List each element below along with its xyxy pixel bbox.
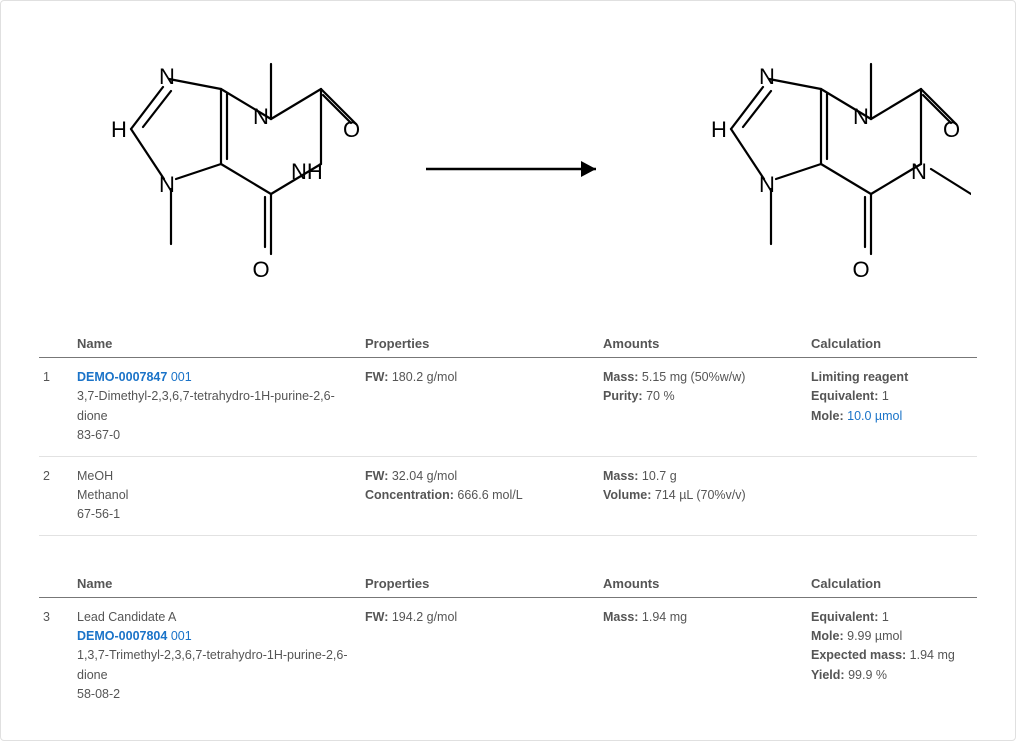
product-structure: N N N N O O H bbox=[671, 29, 971, 312]
compound-id-suffix[interactable]: 001 bbox=[171, 370, 192, 384]
mass-value: 1.94 mg bbox=[642, 610, 687, 624]
reactant-structure: N N N NH O O H bbox=[61, 29, 361, 312]
svg-text:O: O bbox=[252, 257, 269, 282]
col-name: Name bbox=[73, 568, 361, 598]
svg-text:N: N bbox=[759, 172, 775, 197]
mole-value: 9.99 µmol bbox=[847, 629, 902, 643]
row-index: 2 bbox=[39, 456, 73, 535]
mass-value: 10.7 g bbox=[642, 469, 677, 483]
svg-text:N: N bbox=[853, 104, 869, 129]
col-amounts: Amounts bbox=[599, 568, 807, 598]
table-row: 1 DEMO-0007847 001 3,7-Dimethyl-2,3,6,7-… bbox=[39, 358, 977, 457]
reaction-scheme: N N N NH O O H bbox=[11, 11, 1005, 322]
reactants-table: Name Properties Amounts Calculation 1 DE… bbox=[39, 328, 977, 536]
equivalent-value: 1 bbox=[882, 610, 889, 624]
svg-text:N: N bbox=[159, 64, 175, 89]
fw-value: 180.2 g/mol bbox=[392, 370, 457, 384]
svg-text:N: N bbox=[159, 172, 175, 197]
svg-text:N: N bbox=[759, 64, 775, 89]
compound-name: Methanol bbox=[77, 488, 128, 502]
iupac-name: 3,7-Dimethyl-2,3,6,7-tetrahydro-1H-purin… bbox=[77, 389, 335, 422]
cas-number: 83-67-0 bbox=[77, 428, 120, 442]
fw-value: 32.04 g/mol bbox=[392, 469, 457, 483]
compound-id-link[interactable]: DEMO-0007804 bbox=[77, 629, 167, 643]
table-row: 2 MeOH Methanol 67-56-1 FW: 32.04 g/mol … bbox=[39, 456, 977, 535]
mass-value: 5.15 mg (50%w/w) bbox=[642, 370, 746, 384]
col-calculation: Calculation bbox=[807, 568, 977, 598]
compound-abbr: MeOH bbox=[77, 469, 113, 483]
products-table: Name Properties Amounts Calculation 3 Le… bbox=[39, 568, 977, 715]
svg-text:N: N bbox=[253, 104, 269, 129]
row-index: 1 bbox=[39, 358, 73, 457]
svg-text:O: O bbox=[943, 117, 960, 142]
purity-value: 70 % bbox=[646, 389, 675, 403]
col-calculation: Calculation bbox=[807, 328, 977, 358]
lead-name: Lead Candidate A bbox=[77, 610, 176, 624]
yield-value: 99.9 % bbox=[848, 668, 887, 682]
svg-text:H: H bbox=[111, 117, 127, 142]
svg-text:N: N bbox=[911, 159, 927, 184]
fw-value: 194.2 g/mol bbox=[392, 610, 457, 624]
svg-text:H: H bbox=[711, 117, 727, 142]
reaction-arrow-icon bbox=[421, 149, 611, 192]
svg-text:NH: NH bbox=[291, 159, 323, 184]
compound-id-link[interactable]: DEMO-0007847 bbox=[77, 370, 167, 384]
col-properties: Properties bbox=[361, 568, 599, 598]
table-row: 3 Lead Candidate A DEMO-0007804 001 1,3,… bbox=[39, 597, 977, 714]
svg-text:O: O bbox=[343, 117, 360, 142]
col-amounts: Amounts bbox=[599, 328, 807, 358]
equivalent-value: 1 bbox=[882, 389, 889, 403]
iupac-name: 1,3,7-Trimethyl-2,3,6,7-tetrahydro-1H-pu… bbox=[77, 648, 347, 681]
svg-text:O: O bbox=[852, 257, 869, 282]
col-name: Name bbox=[73, 328, 361, 358]
cas-number: 67-56-1 bbox=[77, 507, 120, 521]
col-properties: Properties bbox=[361, 328, 599, 358]
concentration-value: 666.6 mol/L bbox=[457, 488, 522, 502]
reaction-sheet: N N N NH O O H bbox=[0, 0, 1016, 741]
expected-mass-value: 1.94 mg bbox=[910, 648, 955, 662]
compound-id-suffix[interactable]: 001 bbox=[171, 629, 192, 643]
cas-number: 58-08-2 bbox=[77, 687, 120, 701]
volume-value: 714 µL (70%v/v) bbox=[655, 488, 746, 502]
limiting-reagent-label: Limiting reagent bbox=[811, 370, 908, 384]
mole-value-link[interactable]: 10.0 µmol bbox=[847, 409, 902, 423]
row-index: 3 bbox=[39, 597, 73, 714]
